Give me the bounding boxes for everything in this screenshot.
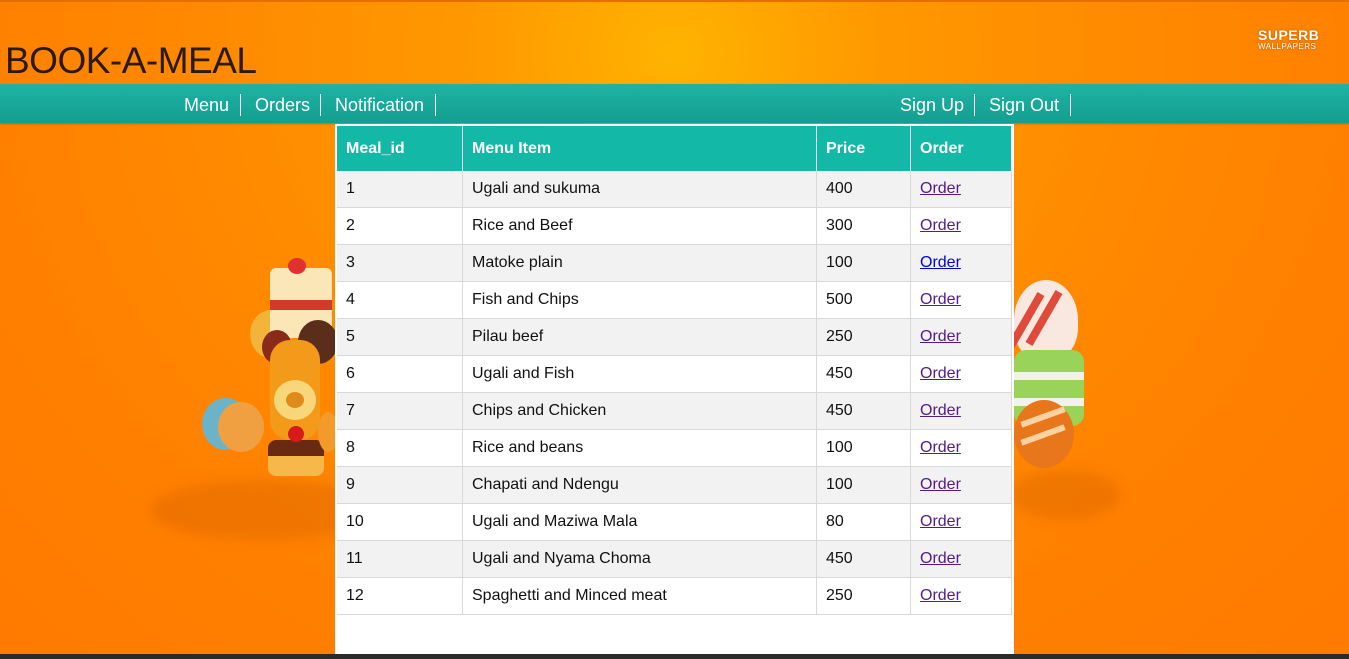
price-cell: 450 bbox=[816, 540, 911, 578]
order-cell: Order bbox=[910, 244, 1012, 282]
column-header-price: Price bbox=[816, 126, 911, 171]
watermark-line1: SUPERB bbox=[1258, 27, 1320, 43]
order-link[interactable]: Order bbox=[920, 513, 961, 530]
price-cell: 500 bbox=[816, 281, 911, 319]
order-link[interactable]: Order bbox=[920, 587, 961, 604]
order-cell: Order bbox=[910, 355, 1012, 393]
table-body: 1 Ugali and sukuma 400 Order 2 Rice and Beef 3… bbox=[337, 171, 1012, 615]
order-cell: Order bbox=[910, 429, 1012, 467]
meal-id-cell: 7 bbox=[337, 392, 463, 430]
nav-divider bbox=[1070, 94, 1071, 116]
order-cell: Order bbox=[910, 392, 1012, 430]
price-cell: 100 bbox=[816, 466, 911, 504]
menu-item-cell: Ugali and Fish bbox=[462, 355, 817, 393]
nav-divider bbox=[240, 94, 241, 116]
column-header-menu-item: Menu Item bbox=[462, 126, 817, 171]
site-title: BOOK-A-MEAL bbox=[5, 40, 257, 81]
price-cell: 100 bbox=[816, 429, 911, 467]
order-link[interactable]: Order bbox=[920, 180, 961, 197]
nav-divider bbox=[435, 94, 436, 116]
meal-id-cell: 3 bbox=[337, 244, 463, 282]
navbar: Menu Orders Notification Sign Up Sign Ou… bbox=[0, 84, 1349, 123]
meal-id-cell: 8 bbox=[337, 429, 463, 467]
order-link[interactable]: Order bbox=[920, 365, 961, 382]
table-header-row: Meal_id Menu Item Price Order bbox=[337, 126, 1012, 171]
meal-id-cell: 10 bbox=[337, 503, 463, 541]
order-cell: Order bbox=[910, 281, 1012, 319]
price-cell: 300 bbox=[816, 207, 911, 245]
top-edge bbox=[0, 0, 1349, 2]
menu-item-cell: Chips and Chicken bbox=[462, 392, 817, 430]
meal-id-cell: 5 bbox=[337, 318, 463, 356]
table-row: 10 Ugali and Maziwa Mala 80 Order bbox=[337, 503, 1012, 541]
watermark-line2: WALLPAPERS bbox=[1258, 42, 1317, 51]
meal-id-cell: 6 bbox=[337, 355, 463, 393]
nav-notification[interactable]: Notification bbox=[335, 94, 424, 116]
table-row: 7 Chips and Chicken 450 Order bbox=[337, 392, 1012, 430]
table-row: 8 Rice and beans 100 Order bbox=[337, 429, 1012, 467]
table-row: 12 Spaghetti and Minced meat 250 Order bbox=[337, 577, 1012, 615]
order-cell: Order bbox=[910, 466, 1012, 504]
order-link[interactable]: Order bbox=[920, 476, 961, 493]
menu-item-cell: Ugali and Nyama Choma bbox=[462, 540, 817, 578]
menu-item-cell: Spaghetti and Minced meat bbox=[462, 577, 817, 615]
table-row: 3 Matoke plain 100 Order bbox=[337, 244, 1012, 282]
nav-menu[interactable]: Menu bbox=[184, 94, 229, 116]
price-cell: 250 bbox=[816, 318, 911, 356]
menu-item-cell: Matoke plain bbox=[462, 244, 817, 282]
order-cell: Order bbox=[910, 171, 1012, 208]
price-cell: 400 bbox=[816, 171, 911, 208]
meal-id-cell: 11 bbox=[337, 540, 463, 578]
meal-id-cell: 2 bbox=[337, 207, 463, 245]
table-row: 1 Ugali and sukuma 400 Order bbox=[337, 171, 1012, 208]
bottom-edge bbox=[0, 654, 1349, 659]
menu-item-cell: Rice and Beef bbox=[462, 207, 817, 245]
nav-sign-up[interactable]: Sign Up bbox=[900, 94, 964, 116]
menu-item-cell: Ugali and Maziwa Mala bbox=[462, 503, 817, 541]
table-row: 6 Ugali and Fish 450 Order bbox=[337, 355, 1012, 393]
order-link[interactable]: Order bbox=[920, 550, 961, 567]
table-row: 2 Rice and Beef 300 Order bbox=[337, 207, 1012, 245]
meal-id-cell: 1 bbox=[337, 171, 463, 208]
nav-sign-out[interactable]: Sign Out bbox=[989, 94, 1059, 116]
price-cell: 450 bbox=[816, 355, 911, 393]
price-cell: 450 bbox=[816, 392, 911, 430]
order-link[interactable]: Order bbox=[920, 254, 961, 271]
menu-item-cell: Ugali and sukuma bbox=[462, 171, 817, 208]
watermark-logo: SUPERB WALLPAPERS bbox=[1258, 28, 1328, 51]
order-link[interactable]: Order bbox=[920, 402, 961, 419]
order-cell: Order bbox=[910, 207, 1012, 245]
meal-id-cell: 4 bbox=[337, 281, 463, 319]
order-link[interactable]: Order bbox=[920, 328, 961, 345]
order-link[interactable]: Order bbox=[920, 291, 961, 308]
column-header-meal-id: Meal_id bbox=[337, 126, 463, 171]
price-cell: 100 bbox=[816, 244, 911, 282]
table-row: 5 Pilau beef 250 Order bbox=[337, 318, 1012, 356]
price-cell: 80 bbox=[816, 503, 911, 541]
menu-item-cell: Fish and Chips bbox=[462, 281, 817, 319]
price-cell: 250 bbox=[816, 577, 911, 615]
order-link[interactable]: Order bbox=[920, 217, 961, 234]
menu-item-cell: Rice and beans bbox=[462, 429, 817, 467]
nav-divider bbox=[320, 94, 321, 116]
menu-table: Meal_id Menu Item Price Order 1 Ugali and… bbox=[337, 126, 1012, 615]
meal-id-cell: 12 bbox=[337, 577, 463, 615]
menu-panel: Meal_id Menu Item Price Order 1 Ugali and… bbox=[335, 124, 1014, 654]
table-row: 9 Chapati and Ndengu 100 Order bbox=[337, 466, 1012, 504]
order-cell: Order bbox=[910, 577, 1012, 615]
nav-orders[interactable]: Orders bbox=[255, 94, 310, 116]
table-row: 11 Ugali and Nyama Choma 450 Order bbox=[337, 540, 1012, 578]
order-cell: Order bbox=[910, 503, 1012, 541]
table-row: 4 Fish and Chips 500 Order bbox=[337, 281, 1012, 319]
order-cell: Order bbox=[910, 540, 1012, 578]
column-header-order: Order bbox=[910, 126, 1012, 171]
menu-item-cell: Pilau beef bbox=[462, 318, 817, 356]
meal-id-cell: 9 bbox=[337, 466, 463, 504]
menu-item-cell: Chapati and Ndengu bbox=[462, 466, 817, 504]
order-cell: Order bbox=[910, 318, 1012, 356]
nav-divider bbox=[974, 94, 975, 116]
order-link[interactable]: Order bbox=[920, 439, 961, 456]
